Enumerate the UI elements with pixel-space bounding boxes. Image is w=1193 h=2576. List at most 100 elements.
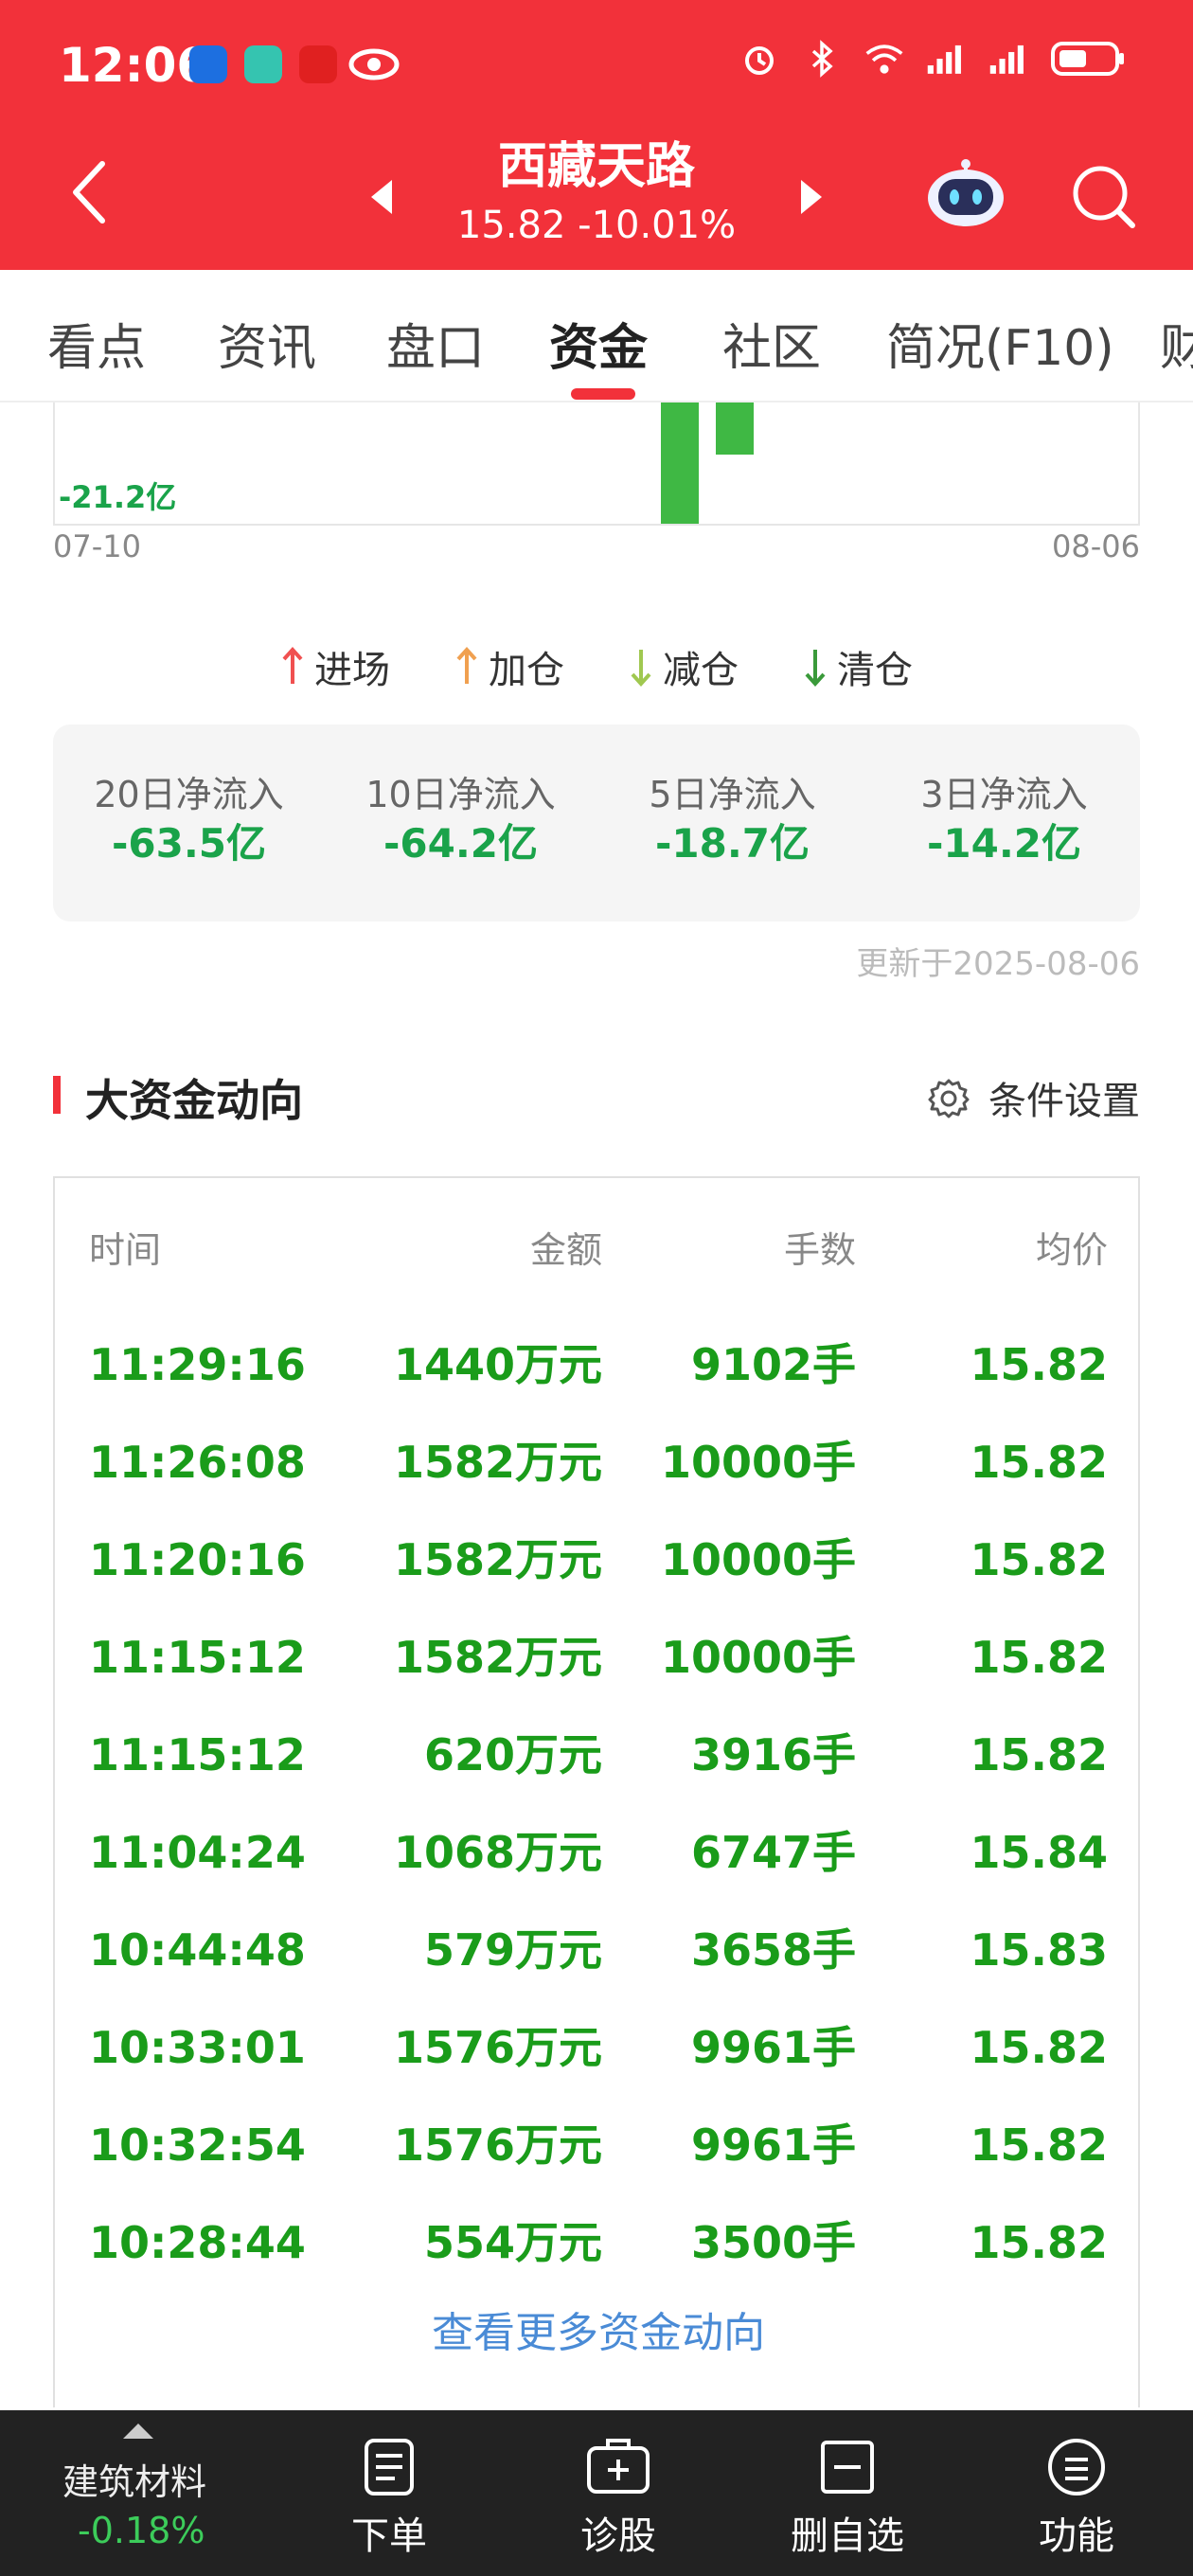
- legend-label: 清仓: [837, 649, 913, 692]
- flow-value: -63.5亿: [111, 820, 267, 867]
- settings-label: 条件设置: [988, 1080, 1140, 1123]
- diagnose-button[interactable]: 诊股: [524, 2410, 713, 2576]
- net-flow-10d: 10日净流入 -64.2亿: [325, 724, 596, 921]
- flow-value: -18.7亿: [654, 820, 810, 867]
- tab-bar: 看点 资讯 盘口 资金 社区 简况(F10) 财: [0, 270, 1193, 402]
- chart-x-start: 07-10: [53, 528, 141, 564]
- signal-icon: [926, 38, 968, 80]
- cell-lots: 9102手: [690, 1339, 856, 1390]
- net-flow-5d: 5日净流入 -18.7亿: [596, 724, 868, 921]
- cell-time: 10:32:54: [89, 2120, 306, 2171]
- updated-timestamp: 更新于2025-08-06: [856, 945, 1140, 983]
- header: 12:06 西藏天路 15.82 -10.01%: [0, 0, 1193, 270]
- sector-change: -0.18%: [78, 2510, 205, 2551]
- sector-name[interactable]: 建筑材料: [62, 2453, 206, 2505]
- cell-time: 10:44:48: [89, 1924, 306, 1976]
- section-title: 大资金动向: [85, 1075, 303, 1126]
- diagnose-label: 诊股: [580, 2514, 656, 2558]
- table-row: 11:15:12 620万元 3916手 15.82: [55, 1707, 1142, 1804]
- table-row: 11:20:16 1582万元 10000手 15.82: [55, 1512, 1142, 1609]
- header-avg-price: 均价: [1035, 1229, 1108, 1271]
- arrow-up-icon: [282, 647, 303, 684]
- cell-time: 11:15:12: [89, 1632, 306, 1683]
- cell-lots: 3658手: [690, 1924, 856, 1976]
- robot-assistant-icon[interactable]: [923, 156, 1008, 232]
- app-notification-icon: [189, 45, 227, 83]
- flow-value: -14.2亿: [926, 820, 1082, 867]
- signal-icon: [988, 38, 1030, 80]
- order-button[interactable]: 下单: [294, 2410, 484, 2576]
- legend-label: 减仓: [663, 649, 739, 692]
- legend-item-clear: 清仓: [803, 639, 913, 694]
- table-row: 11:26:08 1582万元 10000手 15.82: [55, 1414, 1142, 1512]
- status-time: 12:06: [59, 38, 210, 93]
- table-header: 时间 金额 手数 均价: [55, 1202, 1142, 1299]
- chart-min-label: -21.2亿: [59, 479, 177, 515]
- net-flow-3d: 3日净流入 -14.2亿: [868, 724, 1140, 921]
- tab-f10[interactable]: 简况(F10): [886, 308, 1114, 379]
- cell-time: 11:20:16: [89, 1534, 306, 1585]
- cell-time: 11:29:16: [89, 1339, 306, 1390]
- search-icon[interactable]: [1070, 163, 1138, 231]
- gear-icon: [928, 1079, 970, 1118]
- cell-lots: 9961手: [690, 2022, 856, 2073]
- cell-lots: 10000手: [660, 1534, 856, 1585]
- stock-name: 西藏天路: [497, 138, 695, 195]
- wifi-icon: [864, 38, 905, 80]
- menu-button[interactable]: 功能: [982, 2410, 1171, 2576]
- cell-amount: 1582万元: [393, 1437, 602, 1488]
- condition-settings-button[interactable]: 条件设置: [928, 1070, 1140, 1125]
- cell-amount: 620万元: [423, 1729, 602, 1780]
- stock-quote: 15.82 -10.01%: [456, 204, 737, 247]
- bluetooth-icon: [801, 38, 843, 80]
- tab-capital[interactable]: 资金: [549, 308, 648, 379]
- header-lots: 手数: [783, 1229, 856, 1271]
- cell-avg-price: 15.82: [970, 1729, 1108, 1780]
- tab-highlights[interactable]: 看点: [47, 308, 146, 379]
- table-row: 10:33:01 1576万元 9961手 15.82: [55, 1999, 1142, 2097]
- view-more-link[interactable]: 查看更多资金动向: [55, 2299, 1142, 2359]
- cell-lots: 3916手: [690, 1729, 856, 1780]
- cell-amount: 1576万元: [393, 2120, 602, 2171]
- cell-amount: 554万元: [423, 2217, 602, 2268]
- header-amount: 金额: [529, 1229, 602, 1271]
- alarm-icon: [739, 38, 780, 80]
- flow-label: 10日净流入: [365, 774, 556, 815]
- next-stock-icon[interactable]: [797, 178, 826, 220]
- legend-item-add: 加仓: [454, 639, 564, 694]
- cell-avg-price: 15.82: [970, 2120, 1108, 2171]
- cell-lots: 10000手: [660, 1437, 856, 1488]
- cell-time: 11:26:08: [89, 1437, 306, 1488]
- legend-label: 加仓: [489, 649, 564, 692]
- chart-legend: 进场 加仓 减仓 清仓: [0, 639, 1193, 694]
- flow-value: -64.2亿: [383, 820, 539, 867]
- back-icon[interactable]: [66, 156, 123, 232]
- app-notification-icon: [299, 45, 337, 83]
- cell-time: 11:04:24: [89, 1827, 306, 1878]
- table-row: 11:15:12 1582万元 10000手 15.82: [55, 1609, 1142, 1707]
- order-icon: [365, 2439, 414, 2496]
- active-tab-indicator: [571, 388, 635, 400]
- arrow-up-icon: [456, 647, 477, 684]
- tab-finance[interactable]: 财: [1160, 308, 1193, 379]
- remove-watchlist-button[interactable]: 删自选: [753, 2410, 942, 2576]
- cell-amount: 1576万元: [393, 2022, 602, 2073]
- legend-label: 进场: [314, 649, 390, 692]
- cell-avg-price: 15.82: [970, 1437, 1108, 1488]
- legend-item-enter: 进场: [280, 639, 390, 694]
- remove-watchlist-label: 删自选: [791, 2514, 904, 2558]
- flow-label: 20日净流入: [94, 774, 284, 815]
- diagnose-icon: [587, 2439, 650, 2494]
- arrow-down-icon: [805, 650, 826, 687]
- tab-community[interactable]: 社区: [722, 308, 821, 379]
- cell-amount: 1068万元: [393, 1827, 602, 1878]
- tab-news[interactable]: 资讯: [218, 308, 316, 379]
- section-accent-bar: [53, 1076, 61, 1114]
- cell-avg-price: 15.82: [970, 2217, 1108, 2268]
- cell-avg-price: 15.82: [970, 2022, 1108, 2073]
- expand-up-icon[interactable]: [121, 2422, 155, 2444]
- cell-time: 10:33:01: [89, 2022, 306, 2073]
- table-row: 10:28:44 554万元 3500手 15.82: [55, 2194, 1142, 2292]
- table-row: 10:44:48 579万元 3658手 15.83: [55, 1902, 1142, 1999]
- tab-order-book[interactable]: 盘口: [386, 308, 485, 379]
